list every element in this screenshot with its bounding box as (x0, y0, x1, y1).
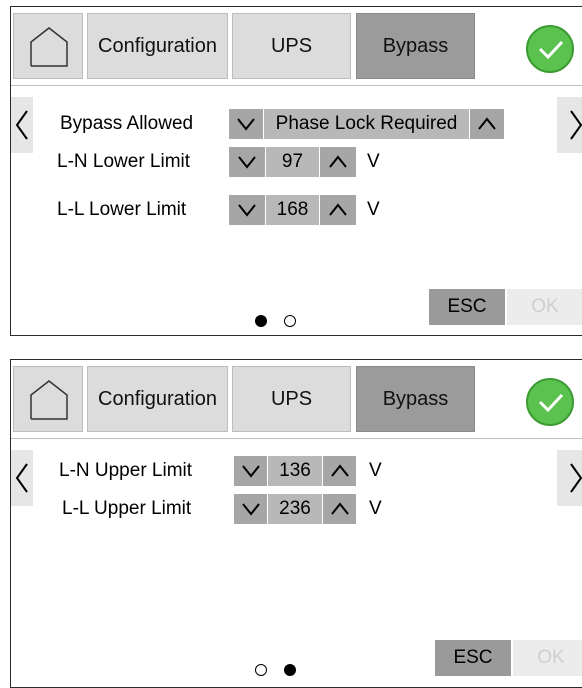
chevron-down-icon (237, 118, 255, 131)
setting-row-ln-lower-limit: L-N Lower Limit 97 V (11, 147, 531, 177)
decrease-button[interactable] (234, 494, 267, 524)
home-icon (30, 380, 68, 420)
tab-ups[interactable]: UPS (232, 366, 351, 432)
header-divider (11, 85, 582, 86)
checkmark-icon (538, 40, 564, 60)
decrease-button[interactable] (229, 147, 265, 177)
next-page-button[interactable] (557, 97, 582, 153)
home-button[interactable] (13, 366, 83, 432)
home-button[interactable] (13, 13, 83, 79)
decrease-button[interactable] (234, 456, 267, 486)
setting-value: 168 (266, 195, 319, 225)
chevron-down-icon (238, 156, 256, 169)
chevron-up-icon (478, 117, 496, 130)
page-indicator-dot-2[interactable] (284, 315, 296, 327)
tab-configuration[interactable]: Configuration (87, 13, 228, 79)
setting-value: 136 (268, 456, 322, 486)
chevron-up-icon (330, 464, 349, 477)
chevron-down-icon (238, 204, 256, 217)
header-divider (11, 438, 582, 439)
decrease-button[interactable] (229, 195, 265, 225)
bypass-settings-panel-page-2: Configuration UPS Bypass L-N Upper Limit… (10, 359, 582, 688)
page-indicator-dot-2[interactable] (284, 664, 296, 676)
home-icon (30, 27, 68, 67)
confirm-button[interactable] (526, 25, 574, 73)
setting-row-bypass-allowed: Bypass Allowed Phase Lock Required (11, 109, 531, 139)
increase-button[interactable] (323, 494, 356, 524)
chevron-up-icon (330, 502, 349, 515)
setting-label: L-L Upper Limit (62, 498, 192, 519)
setting-label: Bypass Allowed (60, 113, 194, 134)
setting-row-ll-upper-limit: L-L Upper Limit 236 V (11, 494, 531, 524)
ok-button[interactable]: OK (507, 289, 582, 325)
setting-label: L-N Upper Limit (59, 460, 193, 481)
chevron-up-icon (329, 155, 347, 168)
unit-label: V (367, 151, 380, 172)
decrease-button[interactable] (229, 109, 263, 139)
chevron-right-icon (570, 110, 582, 140)
ok-button[interactable]: OK (513, 640, 582, 676)
esc-button[interactable]: ESC (435, 640, 511, 676)
tab-ups[interactable]: UPS (232, 13, 351, 79)
setting-label: L-L Lower Limit (57, 199, 187, 220)
tab-bypass[interactable]: Bypass (356, 13, 475, 79)
checkmark-icon (538, 393, 564, 413)
bypass-settings-panel-page-1: Configuration UPS Bypass Bypass Allowed … (10, 6, 582, 336)
next-page-button[interactable] (557, 450, 582, 506)
chevron-down-icon (241, 503, 260, 516)
esc-button[interactable]: ESC (429, 289, 505, 325)
setting-value: 97 (266, 147, 319, 177)
tab-configuration[interactable]: Configuration (87, 366, 228, 432)
increase-button[interactable] (320, 147, 356, 177)
tab-bypass[interactable]: Bypass (356, 366, 475, 432)
confirm-button[interactable] (526, 378, 574, 426)
setting-row-ln-upper-limit: L-N Upper Limit 136 V (11, 456, 531, 486)
increase-button[interactable] (320, 195, 356, 225)
increase-button[interactable] (470, 109, 504, 139)
unit-label: V (369, 498, 382, 519)
unit-label: V (369, 460, 382, 481)
setting-value: Phase Lock Required (264, 109, 469, 139)
setting-value: 236 (268, 494, 322, 524)
chevron-down-icon (241, 465, 260, 478)
setting-row-ll-lower-limit: L-L Lower Limit 168 V (11, 195, 531, 225)
setting-label: L-N Lower Limit (57, 151, 191, 172)
chevron-right-icon (570, 463, 582, 493)
page-indicator-dot-1[interactable] (255, 315, 267, 327)
unit-label: V (367, 199, 380, 220)
page-indicator-dot-1[interactable] (255, 664, 267, 676)
increase-button[interactable] (323, 456, 356, 486)
chevron-up-icon (329, 203, 347, 216)
